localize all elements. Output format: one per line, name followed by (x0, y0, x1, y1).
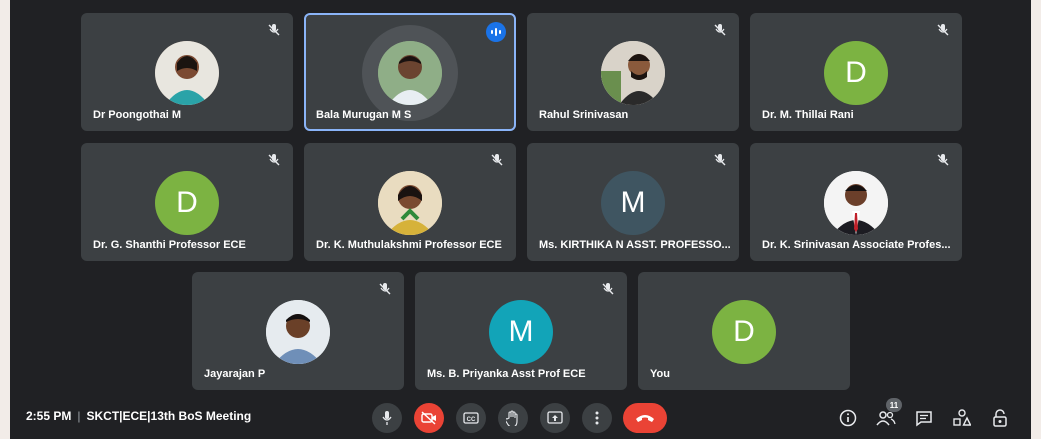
chat-button[interactable] (912, 406, 936, 430)
mic-muted-icon (714, 154, 726, 166)
participant-tile[interactable]: D Dr. M. Thillai Rani (750, 13, 962, 131)
svg-text:CC: CC (467, 417, 476, 423)
mic-muted-icon (602, 283, 614, 295)
leave-call-button[interactable] (623, 403, 667, 433)
meeting-control-bar: 2:55 PM | SKCT|ECE|13th BoS Meeting CC 11 (10, 393, 1031, 439)
captions-icon: CC (463, 412, 479, 424)
raise-hand-button[interactable] (498, 403, 528, 433)
participant-initial-avatar: M (489, 300, 553, 364)
meeting-time: 2:55 PM (26, 409, 72, 423)
participant-tile[interactable]: D Dr. G. Shanthi Professor ECE (81, 143, 293, 261)
participant-tile[interactable]: Dr. K. Muthulakshmi Professor ECE (304, 143, 516, 261)
chat-icon (916, 410, 932, 426)
participant-tile[interactable]: M Ms. B. Priyanka Asst Prof ECE (415, 272, 627, 390)
meeting-stage: Dr Poongothai M Bala Murugan M S Rahul S… (10, 0, 1031, 439)
activities-button[interactable] (950, 406, 974, 430)
participant-name: Ms. KIRTHIKA N ASST. PROFESSO... (539, 239, 731, 251)
participant-initial-avatar: D (712, 300, 776, 364)
participant-name: You (650, 368, 670, 380)
activities-icon (953, 409, 971, 426)
present-icon (547, 411, 563, 424)
participant-name: Dr. K. Srinivasan Associate Profes... (762, 239, 951, 251)
participant-photo (824, 171, 888, 235)
mic-muted-icon (379, 283, 391, 295)
more-options-button[interactable] (582, 403, 612, 433)
info-icon (839, 409, 857, 427)
host-controls-icon (993, 409, 1007, 427)
mic-button[interactable] (372, 403, 402, 433)
participant-photo (378, 41, 442, 105)
mic-muted-icon (268, 24, 280, 36)
participant-tile[interactable]: Dr Poongothai M (81, 13, 293, 131)
participant-initial-avatar: D (824, 41, 888, 105)
meeting-info-separator: | (77, 409, 81, 423)
camera-toggle-button[interactable] (414, 403, 444, 433)
participant-tile[interactable]: Dr. K. Srinivasan Associate Profes... (750, 143, 962, 261)
participant-tile-self[interactable]: D You (638, 272, 850, 390)
host-controls-button[interactable] (988, 406, 1012, 430)
people-icon (876, 411, 896, 426)
participant-initial-avatar: M (601, 171, 665, 235)
participant-count-badge: 11 (886, 398, 902, 412)
mic-muted-icon (268, 154, 280, 166)
mic-muted-icon (491, 154, 503, 166)
participant-name: Jayarajan P (204, 368, 266, 380)
participant-photo (155, 41, 219, 105)
mic-muted-icon (937, 24, 949, 36)
participant-photo (601, 41, 665, 105)
more-options-icon (595, 411, 599, 425)
mic-muted-icon (714, 24, 726, 36)
participant-tile[interactable]: Jayarajan P (192, 272, 404, 390)
participant-tile[interactable]: M Ms. KIRTHIKA N ASST. PROFESSO... (527, 143, 739, 261)
participant-name: Dr Poongothai M (93, 109, 181, 121)
hang-up-icon (636, 415, 654, 422)
captions-button[interactable]: CC (456, 403, 486, 433)
raise-hand-icon (506, 410, 518, 426)
participant-photo (266, 300, 330, 364)
participant-name: Bala Murugan M S (316, 109, 412, 121)
participant-name: Dr. G. Shanthi Professor ECE (93, 239, 246, 251)
meeting-info: 2:55 PM | SKCT|ECE|13th BoS Meeting (26, 409, 251, 423)
mic-icon (382, 411, 392, 425)
present-screen-button[interactable] (540, 403, 570, 433)
camera-off-icon (421, 411, 436, 425)
participant-name: Dr. K. Muthulakshmi Professor ECE (316, 239, 502, 251)
participant-tile[interactable]: Rahul Srinivasan (527, 13, 739, 131)
audio-level-icon (486, 22, 506, 42)
people-button[interactable]: 11 (874, 398, 902, 430)
participant-name: Rahul Srinivasan (539, 109, 629, 121)
mic-muted-icon (937, 154, 949, 166)
participant-name: Dr. M. Thillai Rani (762, 109, 854, 121)
participant-name: Ms. B. Priyanka Asst Prof ECE (427, 368, 586, 380)
meeting-title: SKCT|ECE|13th BoS Meeting (86, 409, 252, 423)
participant-tile-speaking[interactable]: Bala Murugan M S (304, 13, 516, 131)
meeting-details-button[interactable] (836, 406, 860, 430)
participant-photo (378, 171, 442, 235)
participant-initial-avatar: D (155, 171, 219, 235)
